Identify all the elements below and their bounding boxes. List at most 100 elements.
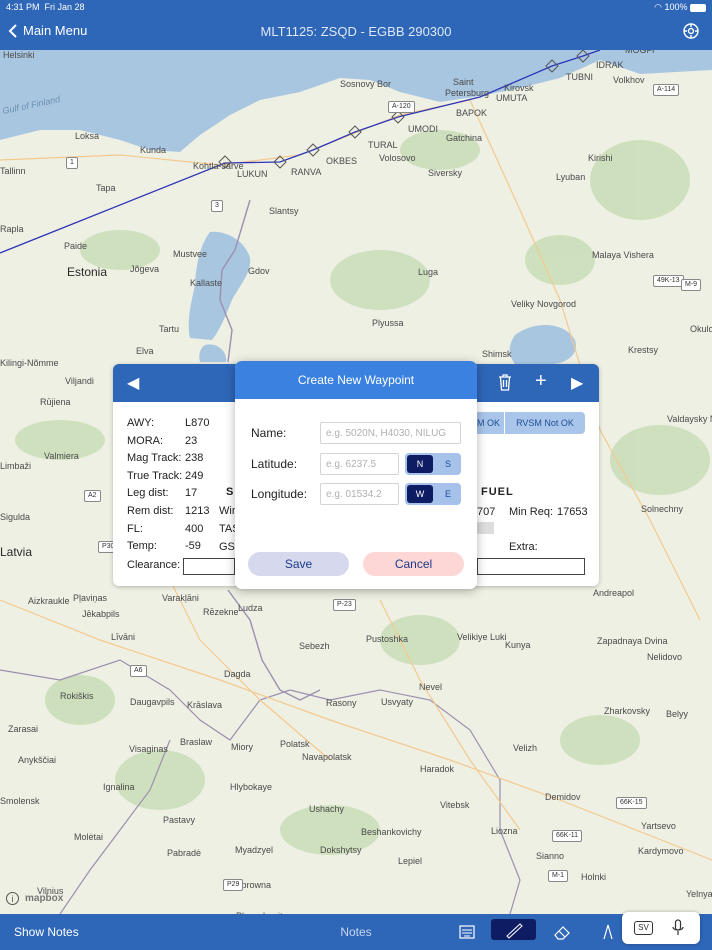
rvsm-not-ok-option[interactable]: RVSM Not OK <box>505 418 585 428</box>
map-place-label: UMUTA <box>496 93 528 103</box>
extra-label: Extra: <box>509 541 538 553</box>
longitude-west-option[interactable]: W <box>407 485 433 503</box>
map-place-label: Andreapol <box>593 588 635 598</box>
road-shield: P29 <box>223 879 244 891</box>
map-place-label: IDRAK <box>596 60 624 70</box>
pencil-tool-button[interactable] <box>491 919 536 940</box>
latitude-label: Latitude: <box>251 457 298 471</box>
map-place-label: Kilingi-Nõmme <box>0 358 59 368</box>
leg-row-label: AWY: <box>127 417 155 429</box>
map-place-label: Miory <box>231 742 253 752</box>
map-place-label: Rapla <box>0 224 24 234</box>
keyboard-icon[interactable] <box>459 922 475 942</box>
map-place-label: TUBNI <box>566 72 593 82</box>
map-place-label: Navapolatsk <box>302 752 352 762</box>
trash-icon[interactable] <box>498 373 512 396</box>
road-shield: P-23 <box>333 599 356 611</box>
map-place-label: Kunda <box>140 145 167 155</box>
save-button[interactable]: Save <box>248 552 349 576</box>
map-place-label: Usvyaty <box>381 697 414 707</box>
eraser-icon[interactable] <box>553 922 571 942</box>
map-place-label: Shimsk <box>482 349 512 359</box>
rvsm-toggle[interactable]: M OK RVSM Not OK <box>474 412 585 434</box>
map-place-label: Kirishi <box>588 153 613 163</box>
status-time: 4:31 PM Fri Jan 28 <box>6 2 85 12</box>
map-place-label: Yartsevo <box>641 821 676 831</box>
latitude-input[interactable] <box>320 453 399 475</box>
map-place-label: Valmiera <box>44 451 79 461</box>
map-place-label: Rēzekne <box>203 607 239 617</box>
voice-controls: SV <box>622 912 700 944</box>
map-place-label: Dagda <box>224 669 251 679</box>
compass-icon[interactable] <box>602 922 614 942</box>
triangle-left-icon[interactable]: ◀ <box>127 373 139 393</box>
pencil-icon <box>506 923 523 939</box>
map-place-label: Beshankovichy <box>361 827 422 837</box>
dialog-title: Create New Waypoint <box>235 361 477 399</box>
latitude-hemisphere-toggle[interactable]: N S <box>405 453 461 475</box>
lake-ilmen <box>509 324 576 365</box>
map-place-label: Nelidovo <box>647 652 683 662</box>
map-place-label: Slantsy <box>269 206 299 216</box>
info-icon[interactable]: i <box>6 892 19 905</box>
map-place-label: Nevel <box>419 682 443 692</box>
plus-icon[interactable]: + <box>535 370 547 393</box>
map-place-label: Pastavy <box>163 815 196 825</box>
map-place-label: Kallaste <box>190 278 223 288</box>
latitude-north-option[interactable]: N <box>407 455 433 473</box>
map-place-label: Paide <box>64 241 88 251</box>
longitude-east-option[interactable]: E <box>435 483 461 505</box>
map-place-label: Kirovsk <box>504 83 534 93</box>
rvsm-ok-option[interactable]: M OK <box>474 418 504 428</box>
map-place-label: Latvia <box>0 545 33 559</box>
leg-row-value: 400 <box>185 522 204 535</box>
road-shield: 3 <box>211 200 223 212</box>
map-place-label: Krestsy <box>628 345 659 355</box>
clearance-label: Clearance: <box>127 559 181 571</box>
map-place-label: Rūjiena <box>40 397 71 407</box>
extra-field[interactable] <box>477 558 585 575</box>
triangle-right-icon[interactable]: ▶ <box>571 373 583 393</box>
microphone-icon[interactable] <box>672 919 684 937</box>
map-place-label: Valdaysky National Park <box>667 414 712 424</box>
leg-col2-label: GS <box>219 541 235 553</box>
longitude-input[interactable] <box>320 483 399 505</box>
leg-row-value: 238 <box>185 452 204 465</box>
mapbox-logo: mapbox <box>25 893 64 904</box>
map-place-label: Sosnovy Bor <box>340 79 392 89</box>
sv-button[interactable]: SV <box>634 921 653 935</box>
road-shield: 1 <box>66 157 78 169</box>
map-place-label: Visaginas <box>129 744 168 754</box>
status-date: Fri Jan 28 <box>44 2 85 12</box>
map-place-label: Estonia <box>67 265 108 279</box>
map-place-label: Sigulda <box>0 512 31 522</box>
map-place-label: Hlybokaye <box>230 782 273 792</box>
road-shield: 66K-11 <box>552 830 583 842</box>
map-place-label: Luga <box>418 267 439 277</box>
map-place-label: Ludza <box>238 603 263 613</box>
min-req-value: 17653 <box>557 506 588 518</box>
settings-icon[interactable] <box>682 22 700 40</box>
latitude-south-option[interactable]: S <box>435 453 461 475</box>
map-place-label: Kunya <box>505 640 531 650</box>
name-input[interactable] <box>320 422 461 444</box>
fuel-heading: FUEL <box>481 486 514 498</box>
leg-col2-initial: S <box>226 486 236 498</box>
bottom-bar: Show Notes Notes <box>0 914 712 950</box>
cancel-button[interactable]: Cancel <box>363 552 464 576</box>
clearance-field[interactable] <box>183 558 235 575</box>
map-place-label: Kardymovo <box>638 846 684 856</box>
longitude-label: Longitude: <box>251 487 308 501</box>
map-place-label: Pabradė <box>167 848 202 858</box>
longitude-hemisphere-toggle[interactable]: W E <box>405 483 461 505</box>
map-place-label: Yelnya <box>686 889 712 899</box>
map-place-label: Rasony <box>326 698 357 708</box>
map-place-label: Velizh <box>513 743 538 753</box>
map-place-label: Belyy <box>666 709 689 719</box>
status-battery: ◠ 100% <box>654 2 706 13</box>
map-place-label: Siversky <box>428 168 463 178</box>
min-req-label: Min Req: <box>509 506 554 518</box>
map-place-label: Veliky Novgorod <box>511 299 577 309</box>
map-place-label: Tapa <box>96 183 116 193</box>
leg-row-label: MORA: <box>127 434 164 447</box>
